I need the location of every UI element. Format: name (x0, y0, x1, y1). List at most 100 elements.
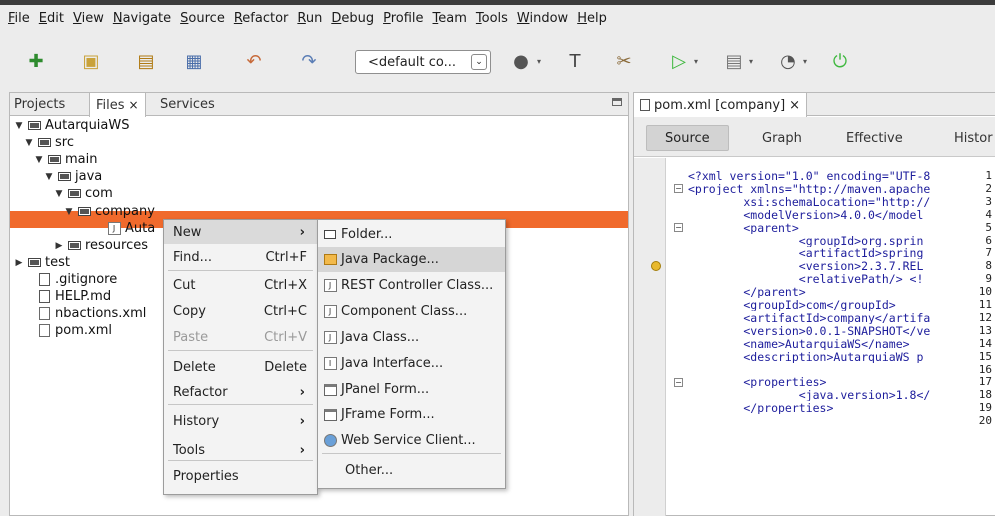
new-submenu-item-javainterface[interactable]: I Java Interface... (318, 351, 505, 376)
tree-item[interactable]: pom.xml (23, 322, 112, 339)
menu-run[interactable]: Run (297, 11, 322, 26)
context-menu-item-properties[interactable]: Properties (164, 464, 317, 488)
menu-file[interactable]: File (8, 11, 30, 26)
redo-icon[interactable]: ↷ (298, 50, 320, 72)
chevron-down-icon[interactable]: ⌄ (471, 54, 487, 70)
tab-files[interactable]: Files × (89, 93, 146, 117)
new-submenu-item-componentclass[interactable]: J Component Class... (318, 299, 505, 324)
clean-build-icon[interactable]: ✂ (613, 50, 635, 72)
chevron-down-icon[interactable]: ▼ (23, 138, 35, 148)
code-line[interactable]: <project xmlns="http://maven.apache (688, 183, 995, 195)
new-submenu-item-folder[interactable]: Folder... (318, 222, 505, 247)
chevron-right-icon[interactable]: ▶ (53, 241, 65, 251)
menu-view[interactable]: View (73, 11, 104, 26)
code-line[interactable] (688, 364, 995, 376)
view-effective-button[interactable]: Effective (846, 125, 903, 151)
fold-toggle-icon[interactable]: − (674, 184, 683, 194)
code-line[interactable]: <relativePath/> <! (688, 273, 995, 285)
new-submenu-item-javaclass[interactable]: J Java Class... (318, 325, 505, 350)
menu-profile[interactable]: Profile (383, 11, 423, 26)
debug-dropdown-icon[interactable]: ▾ (749, 57, 753, 66)
menu-edit[interactable]: Edit (39, 11, 64, 26)
code-line[interactable]: xsi:schemaLocation="http:// (688, 196, 995, 208)
chevron-down-icon[interactable]: ▼ (63, 207, 75, 217)
open-project-icon[interactable]: ▤ (135, 50, 157, 72)
code-line[interactable]: <version>0.0.1-SNAPSHOT</ve (688, 325, 995, 337)
tree-item[interactable]: ▼ company (63, 203, 155, 220)
tree-item[interactable]: ▼ java (43, 168, 103, 185)
close-icon[interactable]: × (789, 98, 800, 113)
minimize-icon[interactable] (612, 98, 622, 106)
run-dropdown-icon[interactable]: ▾ (694, 57, 698, 66)
tree-item[interactable]: ▼ src (23, 134, 74, 151)
save-all-icon[interactable]: ▦ (183, 50, 205, 72)
tree-item[interactable]: ▶ test (13, 254, 70, 271)
new-file-icon[interactable]: ✚ (25, 50, 47, 72)
new-project-icon[interactable]: ▣ (80, 50, 102, 72)
code-line[interactable]: <groupId>org.sprin (688, 235, 995, 247)
hammer-icon[interactable]: T (564, 50, 586, 72)
code-line[interactable] (688, 415, 995, 427)
tree-item[interactable]: .gitignore (23, 271, 117, 288)
chevron-right-icon[interactable]: ▶ (13, 258, 25, 268)
tab-services[interactable]: Services (160, 93, 215, 116)
code-line[interactable]: <description>AutarquiaWS p (688, 351, 995, 363)
menu-window[interactable]: Window (517, 11, 568, 26)
new-submenu-item-jpanelform[interactable]: JPanel Form... (318, 377, 505, 402)
code-line[interactable]: <version>2.3.7.REL (688, 260, 995, 272)
code-line[interactable]: <name>AutarquiaWS</name> (688, 338, 995, 350)
menu-refactor[interactable]: Refactor (234, 11, 289, 26)
context-menu-item-delete[interactable]: Delete Delete (164, 355, 317, 379)
menu-help[interactable]: Help (577, 11, 607, 26)
context-menu-item-history[interactable]: History › (164, 409, 317, 433)
view-graph-button[interactable]: Graph (762, 125, 802, 151)
tab-projects[interactable]: Projects (14, 93, 65, 116)
profile-dropdown-icon[interactable]: ▾ (803, 57, 807, 66)
debug-icon[interactable]: ▤ (723, 50, 745, 72)
menu-team[interactable]: Team (433, 11, 467, 26)
context-menu-item-find[interactable]: Find... Ctrl+F (164, 245, 317, 269)
context-menu-item-cut[interactable]: Cut Ctrl+X (164, 273, 317, 297)
new-submenu-item-restcontrollerclass[interactable]: J REST Controller Class... (318, 273, 505, 298)
menu-tools[interactable]: Tools (476, 11, 508, 26)
undo-icon[interactable]: ↶ (243, 50, 265, 72)
code-line[interactable]: <properties> (688, 376, 995, 388)
view-history-button[interactable]: Histor (954, 125, 993, 151)
tree-item[interactable]: J Auta (93, 220, 155, 237)
code-line[interactable]: <artifactId>company</artifa (688, 312, 995, 324)
chevron-down-icon[interactable]: ▼ (43, 172, 55, 182)
profile-icon[interactable]: ◔ (777, 50, 799, 72)
tree-item[interactable]: ▼ AutarquiaWS (13, 117, 130, 134)
code-line[interactable]: <artifactId>spring (688, 247, 995, 259)
fold-toggle-icon[interactable]: − (674, 223, 683, 233)
code-line[interactable]: <java.version>1.8</ (688, 389, 995, 401)
context-menu-item-copy[interactable]: Copy Ctrl+C (164, 299, 317, 323)
run-icon[interactable]: ▷ (668, 50, 690, 72)
tree-item[interactable]: ▼ main (33, 151, 98, 168)
code-line[interactable]: <modelVersion>4.0.0</model (688, 209, 995, 221)
menu-source[interactable]: Source (180, 11, 225, 26)
tab-pom-xml[interactable]: pom.xml [company] × (634, 93, 808, 117)
tree-item[interactable]: HELP.md (23, 288, 111, 305)
view-source-button[interactable]: Source (646, 125, 729, 151)
tree-item[interactable]: ▼ com (53, 185, 113, 202)
close-icon[interactable]: × (129, 98, 139, 112)
power-icon[interactable]: ⏻ (829, 50, 851, 72)
new-submenu-item-other[interactable]: Other... (318, 458, 505, 483)
fold-toggle-icon[interactable]: − (674, 377, 683, 387)
code-line[interactable]: </properties> (688, 402, 995, 414)
chevron-down-icon[interactable]: ▼ (53, 189, 65, 199)
code-line[interactable]: <parent> (688, 222, 995, 234)
tree-item[interactable]: ▶ resources (53, 237, 148, 254)
code-line[interactable]: <groupId>com</groupId> (688, 299, 995, 311)
menu-debug[interactable]: Debug (331, 11, 374, 26)
chevron-down-icon[interactable]: ▼ (33, 155, 45, 165)
tree-item[interactable]: nbactions.xml (23, 305, 146, 322)
menu-navigate[interactable]: Navigate (113, 11, 171, 26)
chevron-down-icon[interactable]: ▼ (13, 121, 25, 131)
new-submenu-item-javapackage[interactable]: Java Package... (318, 247, 505, 272)
new-submenu-item-webserviceclient[interactable]: Web Service Client... (318, 428, 505, 453)
globe-icon[interactable]: ● (510, 50, 532, 72)
context-menu-item-tools[interactable]: Tools › (164, 438, 317, 462)
context-menu-item-new[interactable]: New › (164, 220, 317, 244)
